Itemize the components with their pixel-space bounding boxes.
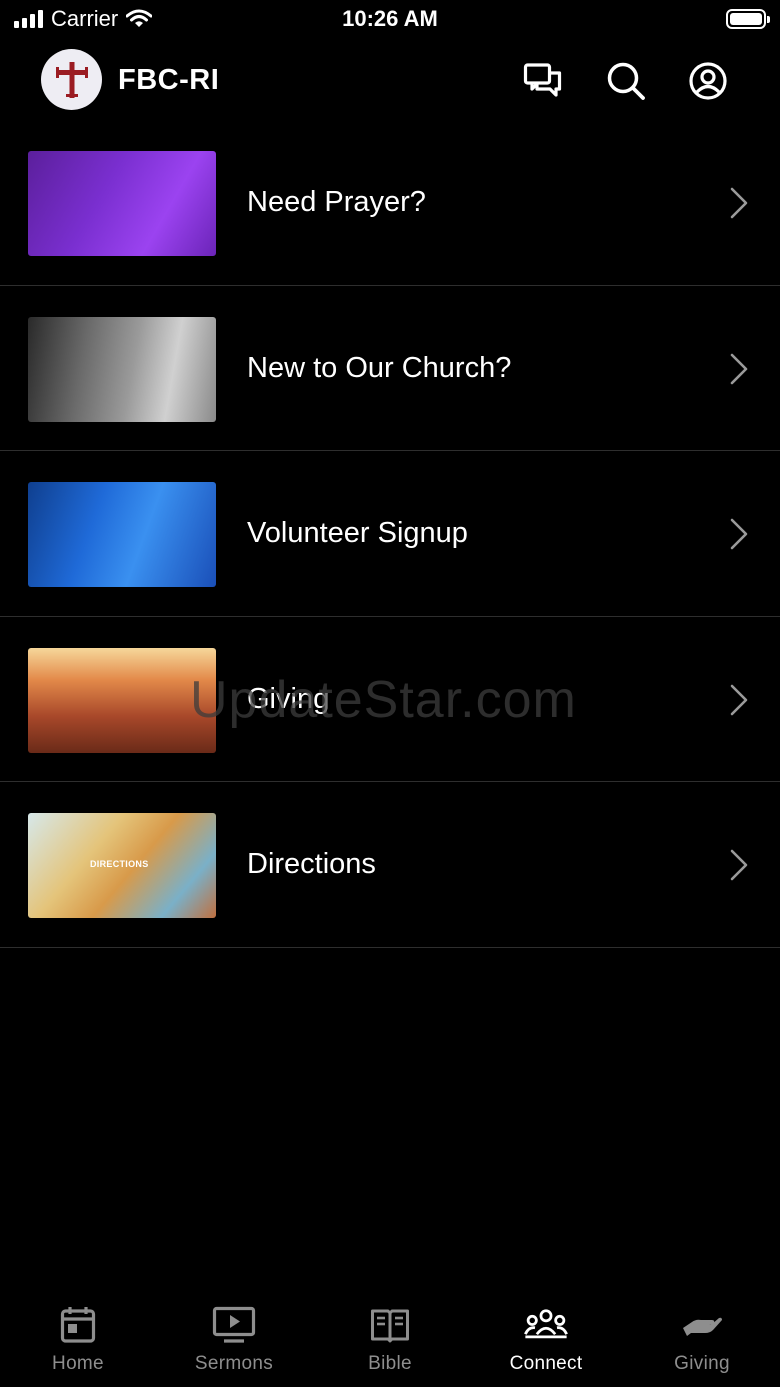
tab-label: Bible <box>368 1353 412 1374</box>
tab-bible[interactable]: Bible <box>312 1291 468 1387</box>
chevron-right-icon <box>730 850 748 881</box>
list-item-volunteer-signup[interactable]: Volunteer Signup <box>0 451 780 617</box>
chevron-right-icon <box>730 187 748 219</box>
new-to-church-thumbnail <box>28 316 216 422</box>
app-title: FBC-RI <box>118 64 220 96</box>
hand-icon <box>680 1305 724 1345</box>
chevron-right-icon <box>730 353 748 384</box>
chat-icon[interactable] <box>522 60 564 102</box>
tab-sermons[interactable]: Sermons <box>156 1291 312 1387</box>
list-item-directions[interactable]: DIRECTIONS Directions <box>0 782 780 948</box>
list-item-need-prayer[interactable]: Need Prayer? <box>0 120 780 286</box>
logo-cross-icon <box>55 61 88 98</box>
directions-thumbnail: DIRECTIONS <box>28 813 216 919</box>
battery-icon <box>726 9 770 29</box>
list-item-label: Need Prayer? <box>247 186 426 218</box>
group-icon <box>524 1305 568 1345</box>
list-item-label: Directions <box>247 848 376 881</box>
profile-icon[interactable] <box>687 60 729 102</box>
tab-label: Connect <box>509 1353 583 1374</box>
volunteer-thumbnail <box>28 482 216 588</box>
connect-list: Need Prayer? New to Our Church? Voluntee… <box>0 120 780 948</box>
list-item-label: Giving <box>247 682 330 715</box>
chevron-right-icon <box>730 518 748 550</box>
tab-giving[interactable]: Giving <box>624 1291 780 1387</box>
video-icon <box>212 1305 256 1345</box>
list-item-giving[interactable]: Giving <box>0 617 780 783</box>
tab-label: Sermons <box>194 1353 274 1374</box>
chevron-right-icon <box>730 684 748 716</box>
church-logo[interactable] <box>41 49 102 110</box>
list-item-new-to-church[interactable]: New to Our Church? <box>0 286 780 452</box>
calendar-icon <box>56 1305 100 1345</box>
tab-label: Home <box>52 1353 104 1374</box>
search-icon[interactable] <box>605 60 647 102</box>
app-header: FBC-RI <box>0 44 780 118</box>
status-bar: Carrier 10:26 AM <box>0 0 780 40</box>
tab-label: Giving <box>674 1353 730 1374</box>
book-icon <box>368 1305 412 1345</box>
thumbnail-caption: DIRECTIONS <box>90 859 149 870</box>
tab-connect[interactable]: Connect <box>468 1291 624 1387</box>
tab-home[interactable]: Home <box>0 1291 156 1387</box>
prayer-thumbnail <box>28 151 216 256</box>
list-item-label: New to Our Church? <box>247 351 512 384</box>
list-item-label: Volunteer Signup <box>247 517 468 550</box>
tab-bar: Home Sermons Bible Connect Giving <box>0 1291 780 1387</box>
giving-thumbnail <box>28 647 216 753</box>
status-time: 10:26 AM <box>342 6 438 31</box>
